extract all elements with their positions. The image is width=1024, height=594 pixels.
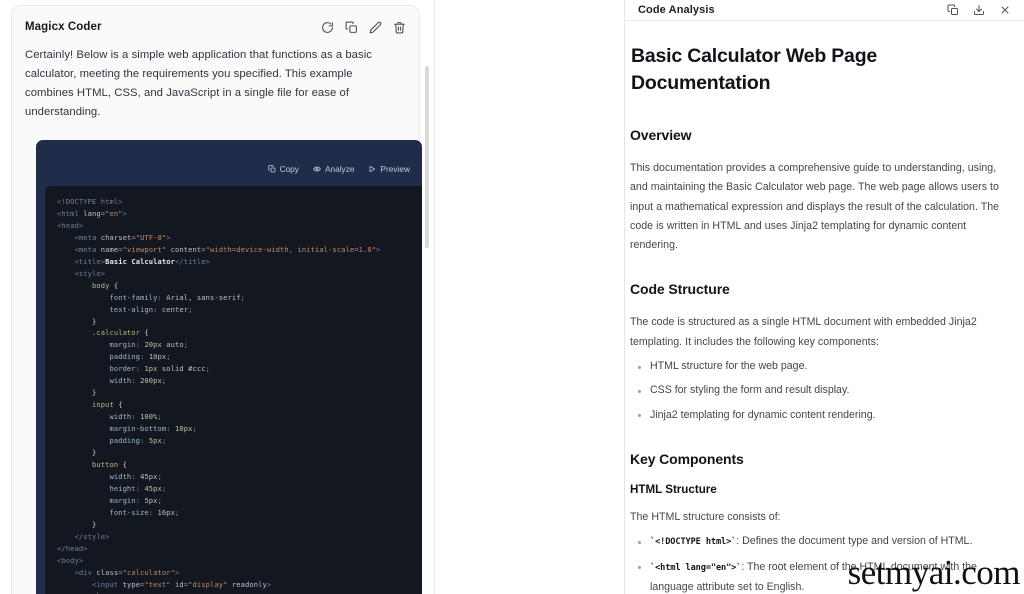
code-structure-paragraph: The code is structured as a single HTML … [630, 316, 977, 348]
code-structure-list: HTML structure for the web page. CSS for… [630, 357, 1008, 425]
analysis-title: Code Analysis [638, 4, 715, 16]
inline-code: `<!DOCTYPE html>` [650, 537, 737, 548]
message-header: Magicx Coder [25, 18, 406, 36]
close-icon[interactable] [999, 4, 1011, 16]
key-components-heading: Key Components [630, 450, 744, 467]
pane-divider [434, 0, 435, 594]
regenerate-icon[interactable] [321, 21, 334, 34]
html-structure-paragraph: The HTML structure consists of: [630, 510, 781, 523]
code-analyze-label: Analyze [324, 164, 355, 174]
code-analyze-button[interactable]: Analyze [313, 164, 355, 174]
message-actions [321, 21, 406, 34]
copy-icon[interactable] [345, 21, 358, 34]
html-structure-list: `<!DOCTYPE html>`: Defines the document … [630, 532, 1008, 594]
code-surface[interactable]: <!DOCTYPE html> <html lang="en"> <head> … [45, 186, 422, 594]
analysis-body: Basic Calculator Web Page Documentation … [625, 21, 1024, 594]
delete-icon[interactable] [393, 21, 406, 34]
code-toolbar: Copy Analyze Preview [36, 159, 422, 179]
overview-paragraph: This documentation provides a comprehens… [630, 162, 1000, 252]
code-content: <!DOCTYPE html> <html lang="en"> <head> … [57, 197, 381, 594]
download-icon[interactable] [973, 4, 985, 16]
code-structure-heading: Code Structure [630, 281, 730, 298]
code-preview-label: Preview [380, 164, 410, 174]
list-item: HTML structure for the web page. [630, 357, 1008, 376]
chat-scrollbar-track[interactable] [424, 0, 432, 594]
code-preview-button[interactable]: Preview [368, 164, 410, 174]
chat-scrollbar-thumb[interactable] [425, 66, 429, 248]
code-block: Copy Analyze Preview <!DOCTYPE html> <ht… [36, 140, 422, 594]
list-item: CSS for styling the form and result disp… [630, 381, 1008, 400]
html-structure-heading: HTML Structure [630, 482, 717, 496]
list-item: Jinja2 templating for dynamic content re… [630, 406, 1008, 425]
inline-code: `<html lang="en">` [650, 562, 742, 573]
overview-heading: Overview [630, 127, 692, 143]
analysis-actions [947, 4, 1011, 16]
list-item: `<html lang="en">`: The root element of … [630, 558, 1008, 594]
doc-title: Basic Calculator Web Page Documentation [631, 45, 878, 94]
list-item-text: : Defines the document type and version … [736, 535, 973, 548]
edit-icon[interactable] [369, 21, 382, 34]
chat-panel: Magicx Coder Certainly! Below is a simpl… [0, 0, 434, 594]
message-text: Certainly! Below is a simple web applica… [25, 49, 372, 118]
app-root: Magicx Coder Certainly! Below is a simpl… [0, 0, 1024, 594]
code-copy-button[interactable]: Copy [267, 164, 299, 174]
copy-icon[interactable] [947, 4, 959, 16]
code-copy-label: Copy [279, 164, 299, 174]
assistant-message-card: Magicx Coder Certainly! Below is a simpl… [11, 5, 422, 594]
code-analysis-panel: Code Analysis Basic Calculator Web Page … [624, 0, 1024, 594]
analysis-header: Code Analysis [625, 0, 1024, 21]
assistant-name: Magicx Coder [25, 21, 102, 33]
pane-gap [434, 0, 624, 594]
list-item: `<!DOCTYPE html>`: Defines the document … [630, 532, 1008, 552]
